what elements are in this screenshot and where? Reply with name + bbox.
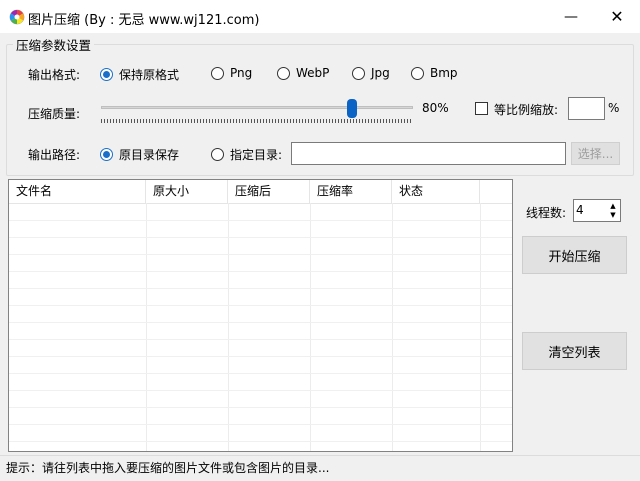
threads-label: 线程数: (526, 206, 567, 220)
scale-checkbox[interactable] (475, 102, 488, 115)
clear-list-button[interactable]: 清空列表 (522, 332, 627, 370)
quality-value: 80% (422, 101, 449, 115)
format-radio-bmp[interactable]: Bmp (411, 66, 458, 80)
format-radio-webp[interactable]: WebP (277, 66, 329, 80)
format-radio-jpg[interactable]: Jpg (352, 66, 390, 80)
grid-row-line (9, 407, 512, 408)
spin-down-icon[interactable]: ▼ (610, 211, 615, 220)
grid-row-line (9, 220, 512, 221)
threads-value[interactable]: 4 (576, 203, 584, 217)
radio-label: Png (230, 66, 253, 80)
column-header-compressed-size[interactable]: 压缩后 (228, 180, 310, 203)
grid-row-line (9, 441, 512, 442)
close-icon: ✕ (610, 7, 624, 26)
radio-indicator[interactable] (211, 148, 224, 161)
scale-input[interactable] (568, 97, 605, 120)
grid-row-line (9, 254, 512, 255)
column-header-original-size[interactable]: 原大小 (146, 180, 228, 203)
grid-row-line (9, 356, 512, 357)
radio-label: WebP (296, 66, 330, 80)
file-list[interactable]: 文件名 原大小 压缩后 压缩率 状态 (8, 179, 513, 452)
path-radio-original[interactable]: 原目录保存 (100, 146, 179, 163)
status-text: 提示：请往列表中拖入要压缩的图片文件或包含图片的目录... (6, 461, 330, 475)
browse-button[interactable]: 选择... (571, 142, 620, 165)
radio-label: Jpg (371, 66, 390, 80)
radio-indicator[interactable] (100, 68, 113, 81)
path-label: 输出路径: (28, 148, 81, 162)
file-list-grid (9, 203, 512, 451)
radio-indicator[interactable] (411, 66, 424, 80)
radio-indicator[interactable] (100, 148, 113, 161)
quality-label: 压缩质量: (28, 107, 81, 121)
radio-label: 原目录保存 (119, 148, 180, 162)
grid-row-line (9, 237, 512, 238)
quality-slider-track[interactable] (101, 106, 413, 109)
grid-column-line (310, 203, 311, 451)
radio-label: 指定目录: (230, 148, 283, 162)
radio-indicator[interactable] (211, 66, 224, 80)
grid-column-line (228, 203, 229, 451)
format-radio-png[interactable]: Png (211, 66, 252, 80)
close-button[interactable]: ✕ (594, 0, 640, 33)
grid-column-line (480, 203, 481, 451)
window-title: 图片压缩 (By : 无忌 www.wj121.com) (28, 13, 260, 28)
start-compress-button[interactable]: 开始压缩 (522, 236, 627, 274)
grid-row-line (9, 288, 512, 289)
grid-row-line (9, 271, 512, 272)
radio-label: 保持原格式 (119, 68, 180, 82)
minimize-icon: — (564, 8, 578, 25)
quality-slider-ticks (101, 119, 413, 123)
grid-column-line (146, 203, 147, 451)
radio-indicator[interactable] (277, 66, 290, 80)
column-header-filename[interactable]: 文件名 (9, 180, 146, 203)
grid-row-line (9, 339, 512, 340)
file-list-header: 文件名 原大小 压缩后 压缩率 状态 (9, 180, 512, 204)
quality-slider-thumb[interactable] (346, 99, 357, 118)
radio-indicator[interactable] (352, 66, 365, 80)
grid-row-line (9, 305, 512, 306)
grid-row-line (9, 390, 512, 391)
radio-label: Bmp (430, 66, 458, 80)
app-color-wheel-icon (9, 9, 25, 25)
scale-label: 等比例缩放: (494, 103, 559, 117)
grid-row-line (9, 424, 512, 425)
format-label: 输出格式: (28, 68, 81, 82)
minimize-button[interactable]: — (548, 0, 594, 33)
format-radio-keep[interactable]: 保持原格式 (100, 66, 179, 83)
group-title: 压缩参数设置 (13, 35, 95, 54)
grid-row-line (9, 322, 512, 323)
column-header-ratio[interactable]: 压缩率 (310, 180, 392, 203)
path-radio-custom[interactable]: 指定目录: (211, 146, 282, 163)
spin-up-icon[interactable]: ▲ (610, 202, 615, 211)
scale-unit: % (608, 101, 620, 115)
path-input[interactable] (291, 142, 566, 165)
column-header-status[interactable]: 状态 (392, 180, 480, 203)
grid-column-line (392, 203, 393, 451)
grid-row-line (9, 373, 512, 374)
spinner-buttons[interactable]: ▲ ▼ (606, 200, 620, 221)
threads-spinner[interactable]: 4 ▲ ▼ (573, 199, 621, 222)
